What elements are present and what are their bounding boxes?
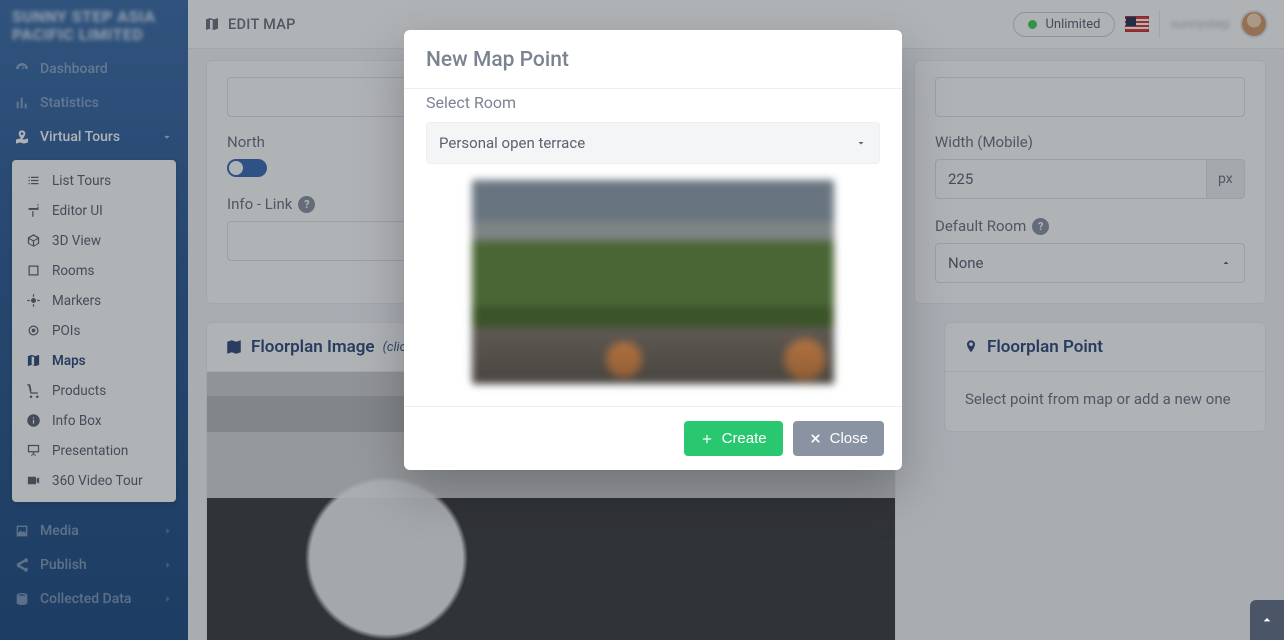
close-icon: [809, 432, 822, 445]
select-room-dropdown[interactable]: Personal open terrace: [426, 122, 880, 164]
chevron-up-icon: [1259, 612, 1275, 628]
modal-title: New Map Point: [404, 30, 902, 88]
close-button[interactable]: Close: [793, 421, 884, 456]
room-preview-image: [472, 180, 834, 384]
caret-down-icon: [855, 137, 867, 149]
plus-icon: [700, 432, 714, 446]
select-room-label: Select Room: [426, 93, 880, 112]
create-button[interactable]: Create: [684, 421, 783, 456]
scroll-to-top-button[interactable]: [1250, 600, 1284, 640]
new-map-point-modal: New Map Point Select Room Personal open …: [404, 30, 902, 470]
